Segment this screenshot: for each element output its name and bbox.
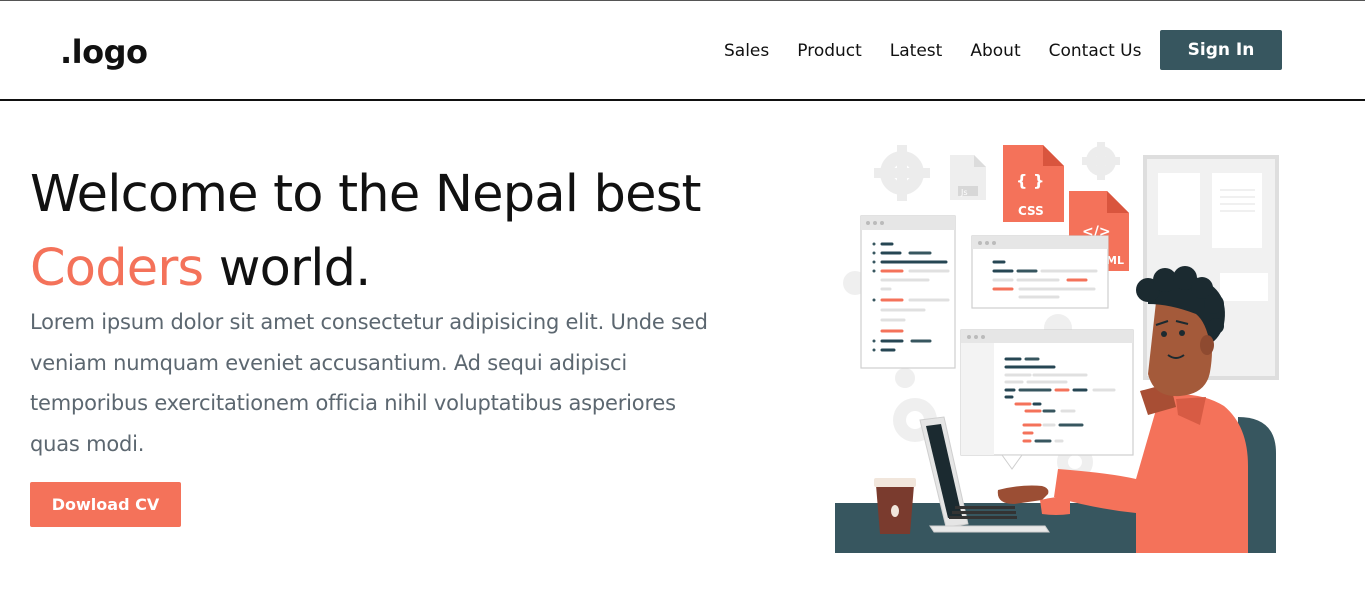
svg-text:ML: ML [1106,254,1124,267]
nav-about[interactable]: About [970,39,1020,63]
gear-icon [874,145,930,201]
gear-icon [1082,142,1120,180]
download-cv-button[interactable]: Dowload CV [30,482,181,527]
sign-in-button[interactable]: Sign In [1160,30,1282,70]
logo[interactable]: .logo [60,33,148,71]
main-nav: Sales Product Latest About Contact Us [724,39,1141,63]
code-window-middle [971,235,1109,309]
coder-illustration: Js { } CSS </> ML [835,142,1279,553]
coffee-cup-icon [874,478,916,534]
site-header: .logo Sales Product Latest About Contact… [0,1,1365,101]
nav-latest[interactable]: Latest [890,39,943,63]
hero-description: Lorem ipsum dolor sit amet consectetur a… [30,310,708,456]
hero-title-part1: Welcome to the Nepal best [30,165,701,224]
svg-text:{ }: { } [1016,171,1044,190]
js-file-icon: Js [950,155,986,200]
nav-product[interactable]: Product [797,39,862,63]
hero-title: Welcome to the Nepal best Coders world. [30,158,750,306]
svg-text:Js: Js [960,188,968,197]
code-window-left [860,215,956,369]
nav-sales[interactable]: Sales [724,39,769,63]
hero-title-accent: Coders [30,239,204,298]
code-window-bottom [960,329,1134,470]
svg-text:CSS: CSS [1018,204,1044,218]
nav-contact-us[interactable]: Contact Us [1049,39,1142,63]
hero-title-part2: world. [203,239,372,298]
css-file-icon: { } CSS [1003,145,1064,222]
